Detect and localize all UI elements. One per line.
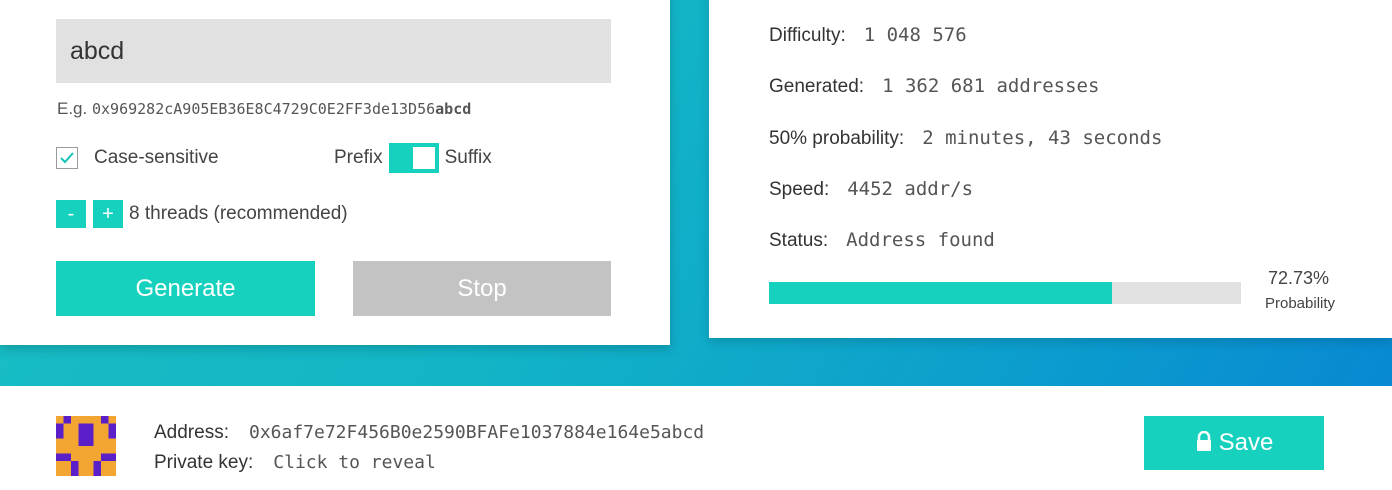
pattern-input[interactable]: abcd xyxy=(56,19,611,83)
reveal-private-key-link[interactable]: Click to reveal xyxy=(273,452,436,473)
generated-value: 1 362 681 addresses xyxy=(882,75,1100,97)
case-sensitive-checkbox[interactable] xyxy=(56,147,78,169)
threads-control: - + 8 threads (recommended) xyxy=(56,200,348,228)
prefix-label: Prefix xyxy=(334,147,383,168)
generate-button[interactable]: Generate xyxy=(56,261,315,316)
pattern-input-value: abcd xyxy=(70,36,125,65)
prefix-suffix-switch: Prefix Suffix xyxy=(334,143,492,173)
decrease-threads-button[interactable]: - xyxy=(56,200,86,228)
prefix-suffix-toggle[interactable] xyxy=(388,143,439,173)
probability-percent: 72.73% xyxy=(1268,268,1330,288)
status-label: Status: xyxy=(769,230,829,251)
stats-card: Difficulty: 1 048 576 Generated: 1 362 681… xyxy=(709,0,1392,338)
stop-button[interactable]: Stop xyxy=(353,261,611,316)
case-sensitive-option[interactable]: Case-sensitive xyxy=(56,147,219,169)
example-address-suffix: abcd xyxy=(435,100,472,118)
speed-stat: Speed: 4452 addr/s xyxy=(769,178,973,201)
example-address: E.g. 0x969282cA905EB36E8C4729C0E2FF3de13… xyxy=(57,99,471,119)
probability-progress-bar xyxy=(769,282,1241,304)
identicon-avatar xyxy=(56,416,116,476)
speed-value: 4452 addr/s xyxy=(847,178,974,200)
result-private-key-row: Private key: Click to reveal xyxy=(154,452,436,474)
difficulty-label: Difficulty: xyxy=(769,25,846,46)
increase-threads-button[interactable]: + xyxy=(93,200,123,228)
threads-label: 8 threads (recommended) xyxy=(129,203,348,224)
generated-stat: Generated: 1 362 681 addresses xyxy=(769,75,1099,98)
generated-label: Generated: xyxy=(769,76,865,97)
save-button[interactable]: Save xyxy=(1144,416,1324,470)
probability-progress-fill xyxy=(769,282,1113,304)
result-panel: Address: 0x6af7e72F456B0e2590BFAFe1037884… xyxy=(0,386,1392,490)
case-sensitive-label: Case-sensitive xyxy=(94,147,219,168)
example-address-body: 0x969282cA905EB36E8C4729C0E2FF3de13D56 xyxy=(91,100,436,118)
probability50-label: 50% probability: xyxy=(769,128,905,149)
toggle-knob xyxy=(412,147,435,169)
example-prefix: E.g. xyxy=(57,99,88,118)
result-address-row: Address: 0x6af7e72F456B0e2590BFAFe1037884… xyxy=(154,422,704,444)
status-stat: Status: Address found xyxy=(769,229,995,252)
suffix-label: Suffix xyxy=(444,147,492,168)
address-value: 0x6af7e72F456B0e2590BFAFe1037884e164e5ab… xyxy=(248,422,705,443)
speed-label: Speed: xyxy=(769,179,830,200)
generator-card: abcd E.g. 0x969282cA905EB36E8C4729C0E2FF… xyxy=(0,0,670,345)
check-icon xyxy=(60,152,74,164)
lock-icon xyxy=(1196,431,1211,451)
address-label: Address: xyxy=(154,422,229,443)
probability-label: Probability xyxy=(1265,295,1336,312)
probability50-stat: 50% probability: 2 minutes, 43 seconds xyxy=(769,127,1162,150)
save-label: Save xyxy=(1218,429,1274,456)
status-value: Address found xyxy=(846,229,995,251)
difficulty-value: 1 048 576 xyxy=(863,24,967,46)
difficulty-stat: Difficulty: 1 048 576 xyxy=(769,24,967,47)
private-key-label: Private key: xyxy=(154,452,254,473)
probability50-value: 2 minutes, 43 seconds xyxy=(922,127,1163,149)
